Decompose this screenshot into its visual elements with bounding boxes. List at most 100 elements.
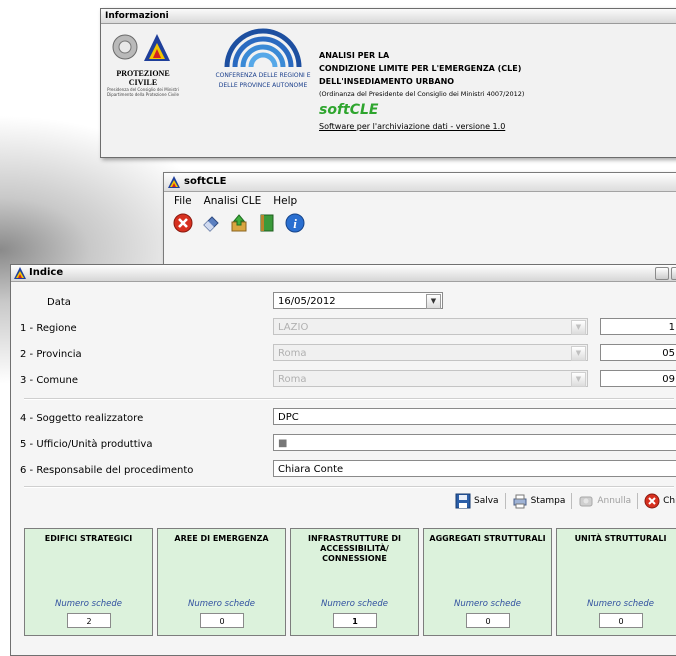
provincia-value: Roma [278,348,307,359]
card-aggregati-strutturali[interactable]: AGGREGATI STRUTTURALI Numero schede 0 [423,528,552,636]
toolbar-upload-button[interactable] [228,212,250,234]
info-line1: ANALISI PER LA [319,51,390,60]
soggetto-label: 4 - Soggetto realizzatore [20,413,144,424]
data-select[interactable]: 16/05/2012 ▼ [273,292,443,309]
data-label: Data [47,297,71,308]
indice-title: Indice [29,267,64,278]
numero-schede-value: 1 [333,613,377,628]
arcs-logo-icon [224,28,302,68]
numero-schede-label: Numero schede [321,599,388,609]
maximize-button[interactable] [671,267,676,280]
numero-schede-value: 0 [466,613,510,628]
responsabile-input[interactable]: Chiara Conte [273,460,676,477]
numero-schede-label: Numero schede [188,599,255,609]
card-title: INFRASTRUTTURE DI ACCESSIBILITÀ/ CONNESS… [308,534,401,563]
soggetto-input[interactable]: DPC [273,408,676,425]
provincia-code: 05 [600,344,676,361]
save-icon [455,493,471,509]
data-value: 16/05/2012 [278,296,336,307]
comune-value: Roma [278,374,307,385]
info-text: ANALISI PER LA CONDIZIONE LIMITE PER L'E… [319,49,676,134]
chiudi-label: Chiudi [663,496,676,506]
chevron-down-icon[interactable]: ▼ [571,320,586,335]
toolbar-eraser-button[interactable] [200,212,222,234]
ufficio-input[interactable]: ■ [273,434,676,451]
upload-icon [231,214,247,232]
protezione-civile-logo: PROTEZIONE CIVILE Presidenza del Consigl… [107,31,179,97]
regione-code: 1 [600,318,676,335]
regione-select[interactable]: LAZIO ▼ [273,318,588,335]
close-icon [173,213,193,233]
book-icon [260,214,274,232]
numero-schede-label: Numero schede [454,599,521,609]
menu-help[interactable]: Help [273,195,297,207]
comune-select[interactable]: Roma ▼ [273,370,588,387]
responsabile-label: 6 - Responsabile del procedimento [20,465,194,476]
card-aree-emergenza[interactable]: AREE DI EMERGENZA Numero schede 0 [157,528,286,636]
version-link[interactable]: Software per l'archiviazione dati - vers… [319,120,676,134]
softcle-window: softCLE File Analisi CLE Help i [163,172,676,266]
info-line2: CONDIZIONE LIMITE PER L'EMERGENZA (CLE) [319,64,522,73]
conferenza-logo: CONFERENZA DELLE REGIONI E DELLE PROVINC… [203,27,323,90]
info-window-title: Informazioni [101,9,676,24]
card-infrastrutture[interactable]: INFRASTRUTTURE DI ACCESSIBILITÀ/ CONNESS… [290,528,419,636]
stampa-label: Stampa [530,496,566,506]
eraser-icon [203,216,219,232]
divider [24,486,674,488]
menu-analisi-cle[interactable]: Analisi CLE [204,195,262,207]
numero-schede-label: Numero schede [55,599,122,609]
chevron-down-icon[interactable]: ▼ [426,294,441,309]
app-logo-icon [14,267,26,279]
card-title: EDIFICI STRATEGICI [44,534,133,543]
card-title: AREE DI EMERGENZA [174,534,269,543]
salva-button[interactable]: Salva [455,493,499,509]
app-logo-icon [168,176,180,188]
menu-file[interactable]: File [174,195,192,207]
provincia-select[interactable]: Roma ▼ [273,344,588,361]
card-unita-strutturali[interactable]: UNITÀ STRUTTURALI Numero schede 0 [556,528,676,636]
divider [24,398,674,400]
comune-label: 3 - Comune [20,375,78,386]
info-icon: i [285,213,305,233]
provincia-label: 2 - Provincia [20,349,82,360]
card-title: AGGREGATI STRUTTURALI [429,534,546,543]
toolbar: i [164,210,676,236]
toolbar-close-button[interactable] [172,212,194,234]
emblem-icon [112,34,170,61]
conf-line2: DELLE PROVINCE AUTONOME [218,82,308,89]
card-title: UNITÀ STRUTTURALI [574,534,667,543]
info-line4: (Ordinanza del Presidente del Consiglio … [319,90,525,98]
toolbar-info-button[interactable]: i [284,212,306,234]
indice-titlebar: Indice [11,265,676,282]
chevron-down-icon[interactable]: ▼ [571,372,586,387]
ufficio-label: 5 - Ufficio/Unità produttiva [20,439,153,450]
separator [504,493,506,509]
close-icon [644,493,660,509]
pc-sub2: Dipartimento della Protezione Civile [107,92,179,97]
card-edifici-strategici[interactable]: EDIFICI STRATEGICI Numero schede 2 [24,528,153,636]
print-icon [513,494,527,509]
annulla-label: Annulla [597,496,632,506]
conf-line1: CONFERENZA DELLE REGIONI E [215,72,311,79]
numero-schede-value: 0 [599,613,643,628]
regione-value: LAZIO [278,322,309,333]
numero-schede-value: 0 [200,613,244,628]
toolbar-book-button[interactable] [256,212,278,234]
annulla-button[interactable]: Annulla [578,493,631,509]
separator [571,493,573,509]
info-line3: DELL'INSEDIAMENTO URBANO [319,77,455,86]
salva-label: Salva [474,496,499,506]
svg-text:i: i [293,216,297,231]
info-window: Informazioni PROTEZIONE CIVILE Presidenz… [100,8,676,158]
regione-label: 1 - Regione [20,323,77,334]
chiudi-button[interactable]: Chiudi [644,493,676,509]
separator [637,493,639,509]
numero-schede-value: 2 [67,613,111,628]
stampa-button[interactable]: Stampa [512,493,566,509]
menu-bar: File Analisi CLE Help [164,192,676,210]
minimize-button[interactable] [655,267,669,280]
chevron-down-icon[interactable]: ▼ [571,346,586,361]
window-controls [655,267,676,280]
comune-code: 09 [600,370,676,387]
softcle-title: softCLE [184,176,227,187]
